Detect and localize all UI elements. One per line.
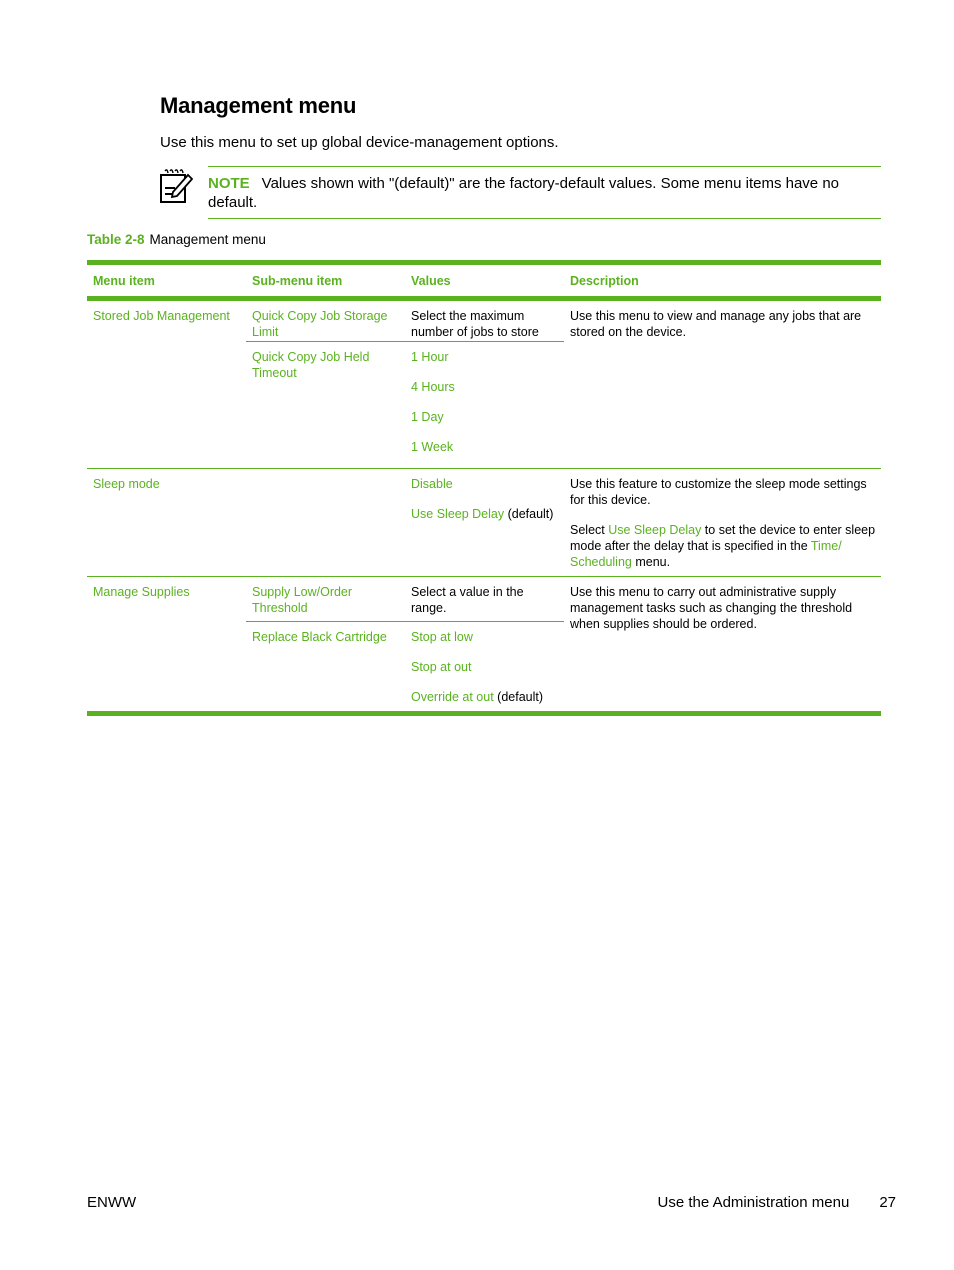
footer-section: Use the Administration menu 27 — [658, 1194, 896, 1211]
note-text: Values shown with "(default)" are the fa… — [208, 175, 840, 211]
values-held-timeout: 1 Hour 4 Hours 1 Day 1 Week — [405, 342, 564, 469]
default-marker: (default) — [504, 507, 554, 521]
note-label: NOTE — [208, 175, 250, 192]
header-values: Values — [411, 273, 451, 288]
sub-item-supply-low-order-threshold[interactable]: Supply Low/Order Threshold — [246, 577, 405, 621]
value-select-range: Select a value in the range. — [411, 585, 524, 615]
table-caption: Table 2-8 Management menu — [87, 232, 266, 247]
default-marker: (default) — [493, 690, 544, 704]
text-fragment: menu. — [631, 555, 671, 569]
value-stop-at-out[interactable]: Stop at out — [411, 659, 560, 689]
table-caption-label: Table 2-8 — [87, 232, 145, 247]
table-header-row: Menu item Sub-menu item Values Descripti… — [87, 265, 881, 296]
header-description: Description — [570, 273, 639, 288]
sub-row-held-timeout: Quick Copy Job Held Timeout 1 Hour 4 Hou… — [246, 342, 564, 469]
note-box: NOTE Values shown with "(default)" are th… — [208, 166, 881, 219]
value-use-sleep-delay-row: Use Sleep Delay (default) — [411, 506, 560, 536]
page-title: Management menu — [160, 93, 357, 118]
page-number: 27 — [879, 1194, 896, 1211]
value-stop-at-low[interactable]: Stop at low — [411, 629, 560, 659]
sub-item-empty — [246, 469, 405, 576]
value-use-sleep-delay[interactable]: Use Sleep Delay — [411, 507, 504, 521]
description-text-1: Use this feature to customize the sleep … — [570, 477, 867, 507]
table-row-manage-supplies: Manage Supplies Supply Low/Order Thresho… — [87, 577, 881, 711]
intro-text: Use this menu to set up global device-ma… — [160, 134, 559, 151]
note-pencil-icon — [160, 169, 193, 203]
value-select-max-jobs: Select the maximum number of jobs to sto… — [411, 309, 539, 339]
value-override-at-out-row: Override at out (default) — [411, 689, 560, 719]
sub-row-supply-threshold: Supply Low/Order Threshold Select a valu… — [246, 577, 564, 622]
footer-locale: ENWW — [87, 1194, 137, 1211]
sub-item-replace-black-cartridge[interactable]: Replace Black Cartridge — [246, 622, 405, 719]
value-disable[interactable]: Disable — [411, 476, 560, 506]
description-sleep-mode: Use this feature to customize the sleep … — [564, 469, 881, 576]
menu-item-manage-supplies[interactable]: Manage Supplies — [87, 577, 246, 711]
values-sleep-mode: Disable Use Sleep Delay (default) — [405, 469, 564, 576]
value-1-hour[interactable]: 1 Hour — [411, 349, 560, 379]
values-replace-black-cartridge: Stop at low Stop at out Override at out … — [405, 622, 564, 719]
menu-item-sleep-mode[interactable]: Sleep mode — [87, 469, 246, 576]
sub-row-replace-black-cartridge: Replace Black Cartridge Stop at low Stop… — [246, 622, 564, 719]
header-menu-item: Menu item — [93, 273, 155, 288]
value-4-hours[interactable]: 4 Hours — [411, 379, 560, 409]
text-fragment: Select — [570, 523, 609, 537]
table-row-sleep-mode: Sleep mode Disable Use Sleep Delay (defa… — [87, 469, 881, 577]
description-text: Use this menu to view and manage any job… — [570, 309, 862, 339]
management-menu-table: Menu item Sub-menu item Values Descripti… — [87, 260, 881, 716]
sub-item-quick-copy-storage-limit[interactable]: Quick Copy Job Storage Limit — [246, 301, 405, 341]
sub-row-storage-limit: Quick Copy Job Storage Limit Select the … — [246, 301, 564, 342]
description-manage-supplies: Use this menu to carry out administrativ… — [564, 577, 881, 711]
value-1-week[interactable]: 1 Week — [411, 439, 560, 469]
value-override-at-out[interactable]: Override at out — [411, 690, 494, 704]
description-stored-job-management: Use this menu to view and manage any job… — [564, 301, 881, 468]
sub-item-quick-copy-held-timeout[interactable]: Quick Copy Job Held Timeout — [246, 342, 405, 469]
menu-item-stored-job-management[interactable]: Stored Job Management — [87, 301, 246, 468]
link-use-sleep-delay[interactable]: Use Sleep Delay — [608, 523, 701, 537]
table-caption-text: Management menu — [149, 232, 266, 247]
value-1-day[interactable]: 1 Day — [411, 409, 560, 439]
footer-section-title: Use the Administration menu — [657, 1194, 850, 1211]
table-row-stored-job-management: Stored Job Management Quick Copy Job Sto… — [87, 301, 881, 469]
description-text-2: Select Use Sleep Delay to set the device… — [570, 522, 877, 570]
description-text: Use this menu to carry out administrativ… — [570, 585, 853, 631]
header-sub-menu-item: Sub-menu item — [252, 273, 343, 288]
